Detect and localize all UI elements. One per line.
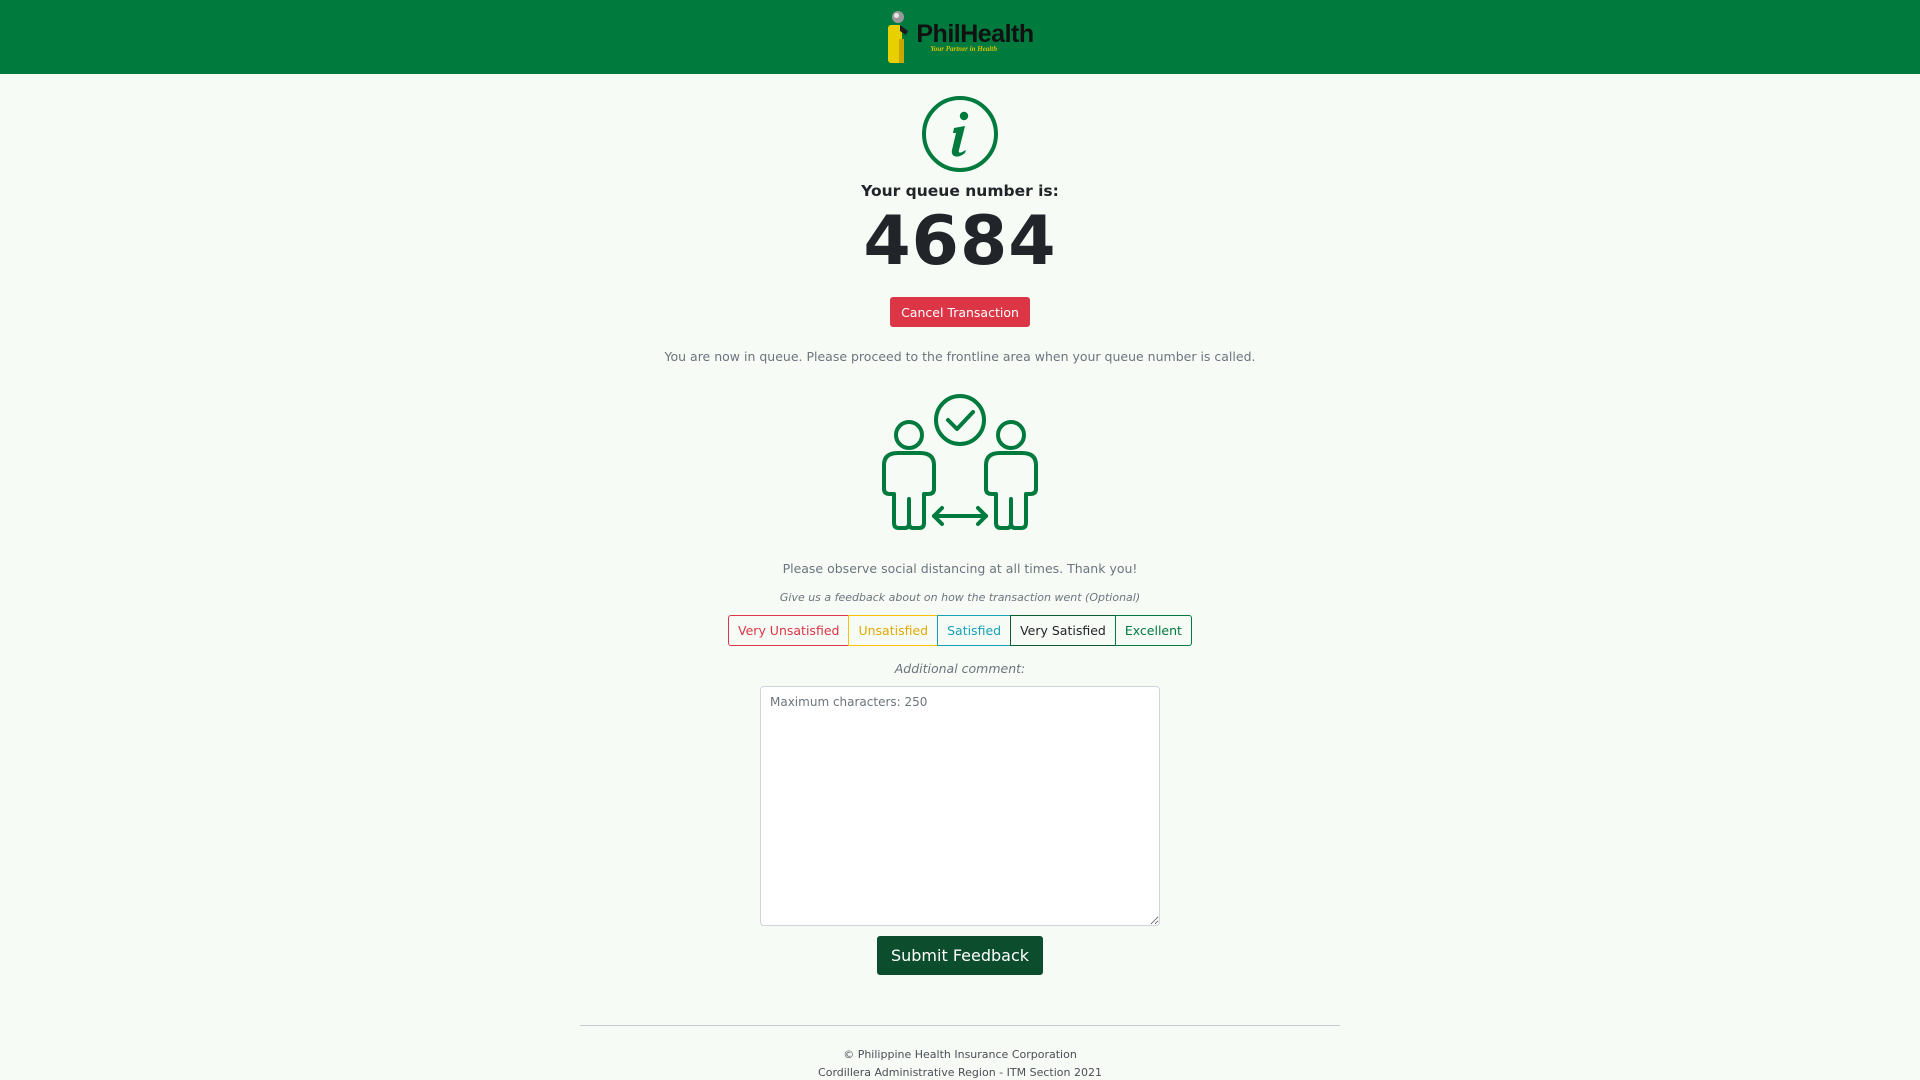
rating-very-satisfied-button[interactable]: Very Satisfied (1010, 615, 1116, 646)
info-circle-icon (922, 96, 998, 172)
rating-very-unsatisfied-button[interactable]: Very Unsatisfied (728, 615, 850, 646)
philhealth-figure-icon (888, 11, 909, 63)
comment-label: Additional comment: (894, 661, 1026, 676)
footer-divider (580, 1025, 1340, 1026)
rating-unsatisfied-button[interactable]: Unsatisfied (848, 615, 939, 646)
queue-number: 4684 (863, 202, 1057, 281)
rating-button-group: Very Unsatisfied Unsatisfied Satisfied V… (728, 615, 1192, 646)
rating-excellent-button[interactable]: Excellent (1114, 615, 1192, 646)
queue-content: Your queue number is: 4684 Cancel Transa… (0, 74, 1920, 1079)
social-distancing-icon (882, 394, 1038, 530)
additional-comment-textarea[interactable] (760, 686, 1160, 926)
logo-name: PhilHealth (916, 19, 1034, 48)
feedback-prompt: Give us a feedback about on how the tran… (779, 591, 1141, 604)
cancel-transaction-button[interactable]: Cancel Transaction (890, 297, 1030, 327)
philhealth-logo[interactable]: PhilHealth Your Partner in Health (886, 7, 1034, 67)
distancing-message: Please observe social distancing at all … (782, 561, 1138, 576)
submit-feedback-button[interactable]: Submit Feedback (876, 936, 1044, 975)
rating-satisfied-button[interactable]: Satisfied (937, 615, 1012, 646)
queue-number-label: Your queue number is: (861, 182, 1059, 200)
footer-copyright: © Philippine Health Insurance Corporatio… (843, 1048, 1077, 1061)
top-header-bar: PhilHealth Your Partner in Health (0, 0, 1920, 74)
queue-message: You are now in queue. Please proceed to … (664, 349, 1256, 364)
logo-tagline: Your Partner in Health (930, 44, 998, 53)
footer-region: Cordillera Administrative Region - ITM S… (818, 1066, 1102, 1079)
